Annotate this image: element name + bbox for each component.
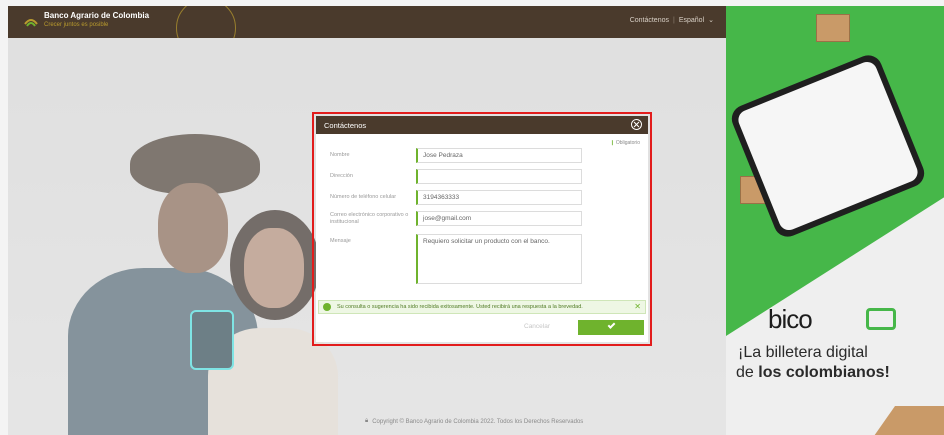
close-alert-icon[interactable]: ✕: [634, 302, 641, 311]
language-selector[interactable]: Español: [679, 17, 704, 24]
address-field[interactable]: [416, 169, 582, 184]
name-field[interactable]: Jose Pedraza: [416, 148, 582, 163]
modal-title: Contáctenos: [324, 121, 367, 130]
check-icon: [607, 321, 616, 329]
email-label: Correo electrónico corporativo o institu…: [330, 212, 409, 225]
brand-name[interactable]: Banco Agrario de Colombia: [44, 11, 149, 20]
wallet-icon: [866, 308, 896, 330]
success-message: Su consulta o sugerencia ha sido recibid…: [337, 304, 583, 310]
brand-slogan: Crecer juntos es posible: [44, 22, 109, 28]
ad-headline-line1: ¡La billetera digital: [738, 344, 868, 361]
check-circle-icon: [323, 303, 331, 311]
cancel-button[interactable]: Cancelar: [524, 323, 550, 330]
contact-link[interactable]: Contáctenos: [630, 17, 669, 24]
phone-field[interactable]: 3194363333: [416, 190, 582, 205]
chevron-down-icon[interactable]: ⌄: [708, 16, 714, 24]
address-label: Dirección: [330, 173, 353, 179]
success-alert: Su consulta o sugerencia ha sido recibid…: [318, 300, 646, 314]
required-marker: ❙: [610, 140, 615, 146]
message-field[interactable]: Requiero solicitar un producto con el ba…: [416, 234, 582, 284]
name-label: Nombre: [330, 152, 350, 158]
package-box-image: [874, 406, 944, 435]
ad-headline-line2: de los colombianos!: [736, 364, 890, 381]
phone-label: Número de teléfono celular: [330, 194, 397, 200]
email-field[interactable]: jose@gmail.com: [416, 211, 582, 226]
modal-header: Contáctenos: [316, 116, 648, 134]
header-nav: Contáctenos | Español ⌄: [630, 16, 714, 25]
site-header: Banco Agrario de Colombia Crecer juntos …: [8, 6, 726, 58]
package-box-image: [816, 14, 850, 42]
close-icon[interactable]: [631, 119, 642, 130]
bico-logo: bico: [768, 304, 813, 334]
lock-icon: 🔒︎: [365, 418, 369, 424]
bico-advertisement[interactable]: bico ¡La billetera digital de los colomb…: [726, 6, 944, 435]
message-label: Mensaje: [330, 238, 351, 244]
nav-separator: |: [673, 16, 675, 24]
bank-logo-icon[interactable]: [24, 14, 38, 28]
copyright-text: Copyright © Banco Agrario de Colombia 20…: [372, 418, 584, 425]
required-note: ❙ Obligatorio: [610, 140, 640, 146]
submit-button[interactable]: [578, 320, 644, 335]
page-footer: 🔒︎ Copyright © Banco Agrario de Colombia…: [365, 418, 583, 425]
contact-modal: Contáctenos ❙ Obligatorio Nombre Jose Pe…: [316, 116, 648, 342]
